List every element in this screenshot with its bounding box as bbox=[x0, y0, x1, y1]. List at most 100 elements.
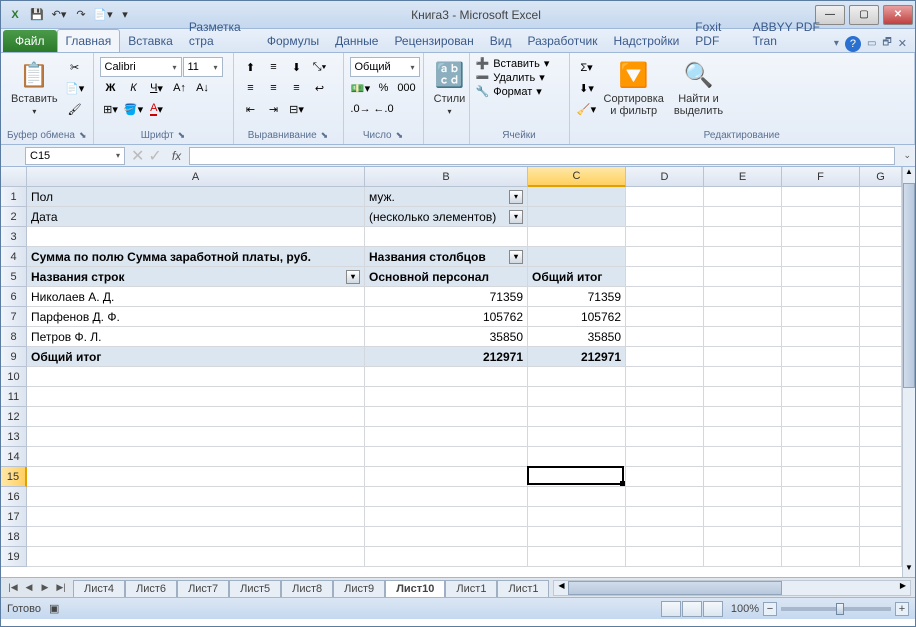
cell-E14[interactable] bbox=[704, 447, 782, 467]
percent-icon[interactable]: % bbox=[373, 78, 395, 98]
cell-B4[interactable]: Названия столбцов▾ bbox=[365, 247, 528, 267]
undo-icon[interactable]: ↶▾ bbox=[49, 5, 69, 25]
cell-C3[interactable] bbox=[528, 227, 626, 247]
close-button[interactable]: ✕ bbox=[883, 5, 913, 25]
sort-filter-button[interactable]: 🔽 Сортировка и фильтр bbox=[600, 57, 668, 119]
autosum-icon[interactable]: Σ▾ bbox=[576, 57, 598, 77]
cell-A14[interactable] bbox=[27, 447, 365, 467]
row-header-9[interactable]: 9 bbox=[1, 347, 27, 367]
cell-B7[interactable]: 105762 bbox=[365, 307, 528, 327]
col-header-C[interactable]: C bbox=[528, 167, 626, 187]
cell-A9[interactable]: Общий итог bbox=[27, 347, 365, 367]
row-header-17[interactable]: 17 bbox=[1, 507, 27, 527]
cell-A10[interactable] bbox=[27, 367, 365, 387]
tab-разметка-стра[interactable]: Разметка стра bbox=[181, 16, 259, 52]
cell-C8[interactable]: 35850 bbox=[528, 327, 626, 347]
redo-icon[interactable]: ↷ bbox=[71, 5, 91, 25]
cell-C2[interactable] bbox=[528, 207, 626, 227]
increase-indent-icon[interactable]: ⇥ bbox=[263, 99, 285, 119]
italic-button[interactable]: К bbox=[123, 78, 145, 98]
decrease-indent-icon[interactable]: ⇤ bbox=[240, 99, 262, 119]
cell-C15[interactable] bbox=[528, 467, 626, 487]
font-color-button[interactable]: A▾ bbox=[146, 99, 168, 119]
decrease-font-icon[interactable]: A↓ bbox=[192, 78, 214, 98]
cell-C9[interactable]: 212971 bbox=[528, 347, 626, 367]
align-top-icon[interactable]: ⬆ bbox=[240, 57, 262, 77]
cell-G11[interactable] bbox=[860, 387, 902, 407]
cell-D17[interactable] bbox=[626, 507, 704, 527]
filter-button[interactable]: ▾ bbox=[346, 270, 360, 284]
row-header-5[interactable]: 5 bbox=[1, 267, 27, 287]
file-tab[interactable]: Файл bbox=[3, 30, 57, 52]
cell-A18[interactable] bbox=[27, 527, 365, 547]
excel-icon[interactable]: X bbox=[5, 5, 25, 25]
dialog-launcher-icon[interactable]: ⬊ bbox=[396, 130, 404, 141]
cell-A3[interactable] bbox=[27, 227, 365, 247]
tab-вид[interactable]: Вид bbox=[482, 30, 520, 52]
cell-E2[interactable] bbox=[704, 207, 782, 227]
cell-B10[interactable] bbox=[365, 367, 528, 387]
sheet-tab-Лист1[interactable]: Лист1 bbox=[497, 580, 549, 597]
cell-F18[interactable] bbox=[782, 527, 860, 547]
cell-A5[interactable]: Названия строк▾ bbox=[27, 267, 365, 287]
sheet-tab-Лист8[interactable]: Лист8 bbox=[281, 580, 333, 597]
select-all-corner[interactable] bbox=[1, 167, 27, 187]
cell-C5[interactable]: Общий итог bbox=[528, 267, 626, 287]
cell-E9[interactable] bbox=[704, 347, 782, 367]
filter-button[interactable]: ▾ bbox=[509, 190, 523, 204]
borders-button[interactable]: ⊞▾ bbox=[100, 99, 122, 119]
align-left-icon[interactable]: ≡ bbox=[240, 78, 262, 98]
doc-restore-icon[interactable]: 🗗 bbox=[882, 35, 891, 52]
cell-G2[interactable] bbox=[860, 207, 902, 227]
cell-A7[interactable]: Парфенов Д. Ф. bbox=[27, 307, 365, 327]
cell-E7[interactable] bbox=[704, 307, 782, 327]
cell-A16[interactable] bbox=[27, 487, 365, 507]
cell-B18[interactable] bbox=[365, 527, 528, 547]
row-header-4[interactable]: 4 bbox=[1, 247, 27, 267]
normal-view-button[interactable] bbox=[661, 601, 681, 617]
align-middle-icon[interactable]: ≡ bbox=[263, 57, 285, 77]
cell-B19[interactable] bbox=[365, 547, 528, 567]
cell-G19[interactable] bbox=[860, 547, 902, 567]
cell-E12[interactable] bbox=[704, 407, 782, 427]
row-header-1[interactable]: 1 bbox=[1, 187, 27, 207]
cell-E1[interactable] bbox=[704, 187, 782, 207]
cell-D16[interactable] bbox=[626, 487, 704, 507]
col-header-A[interactable]: A bbox=[27, 167, 365, 187]
vertical-scrollbar[interactable]: ▲ ▼ bbox=[902, 167, 915, 577]
currency-icon[interactable]: 💵▾ bbox=[350, 78, 372, 98]
recalc-icon[interactable]: 📄▾ bbox=[93, 5, 113, 25]
cell-E10[interactable] bbox=[704, 367, 782, 387]
cell-E6[interactable] bbox=[704, 287, 782, 307]
cell-C1[interactable] bbox=[528, 187, 626, 207]
row-header-13[interactable]: 13 bbox=[1, 427, 27, 447]
cell-G1[interactable] bbox=[860, 187, 902, 207]
row-header-10[interactable]: 10 bbox=[1, 367, 27, 387]
cell-G8[interactable] bbox=[860, 327, 902, 347]
cell-F16[interactable] bbox=[782, 487, 860, 507]
row-header-18[interactable]: 18 bbox=[1, 527, 27, 547]
cell-D12[interactable] bbox=[626, 407, 704, 427]
cell-F15[interactable] bbox=[782, 467, 860, 487]
fill-color-button[interactable]: 🪣▾ bbox=[123, 99, 145, 119]
tab-формулы[interactable]: Формулы bbox=[259, 30, 327, 52]
help-icon[interactable]: ? bbox=[845, 36, 861, 52]
underline-button[interactable]: Ч▾ bbox=[146, 78, 168, 98]
col-header-E[interactable]: E bbox=[704, 167, 782, 187]
sheet-tab-Лист9[interactable]: Лист9 bbox=[333, 580, 385, 597]
row-header-16[interactable]: 16 bbox=[1, 487, 27, 507]
cell-F5[interactable] bbox=[782, 267, 860, 287]
row-header-6[interactable]: 6 bbox=[1, 287, 27, 307]
cell-F3[interactable] bbox=[782, 227, 860, 247]
col-header-G[interactable]: G bbox=[860, 167, 902, 187]
cell-G13[interactable] bbox=[860, 427, 902, 447]
cell-D4[interactable] bbox=[626, 247, 704, 267]
fx-icon[interactable]: fx bbox=[164, 149, 189, 163]
tab-данные[interactable]: Данные bbox=[327, 30, 386, 52]
cell-B13[interactable] bbox=[365, 427, 528, 447]
cell-B12[interactable] bbox=[365, 407, 528, 427]
cell-E11[interactable] bbox=[704, 387, 782, 407]
cell-B11[interactable] bbox=[365, 387, 528, 407]
cell-E5[interactable] bbox=[704, 267, 782, 287]
cell-E18[interactable] bbox=[704, 527, 782, 547]
